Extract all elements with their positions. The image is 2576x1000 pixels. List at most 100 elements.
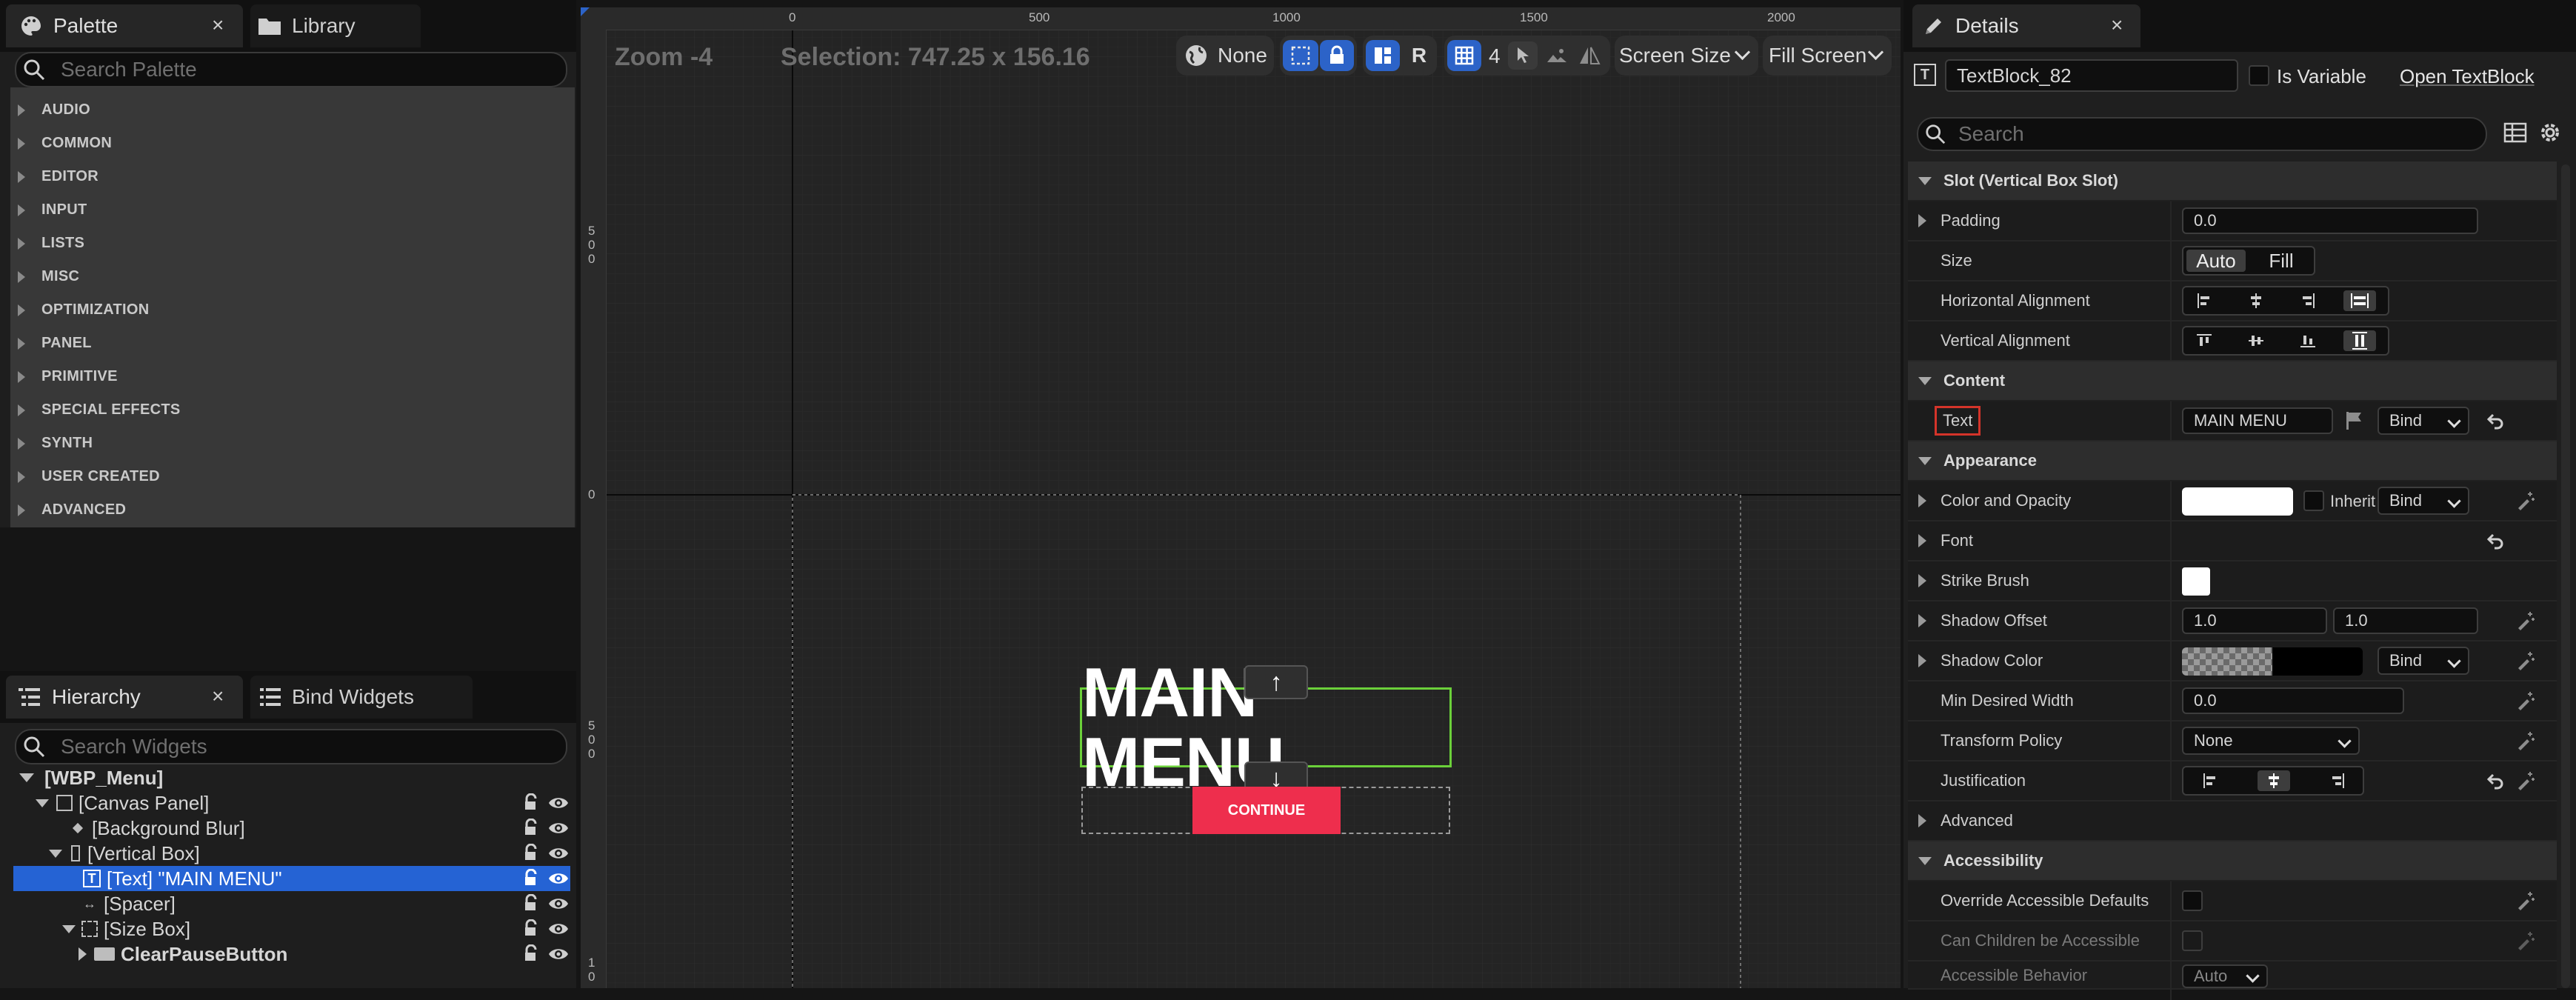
min-width-field[interactable]: 0.0 [2182,687,2404,714]
close-icon[interactable]: × [2111,13,2123,37]
tree-row-root[interactable]: [WBP_Menu] [13,765,570,790]
justify-center-icon[interactable] [2258,770,2290,791]
shadow-bind-dropdown[interactable]: Bind [2378,647,2469,675]
shadow-offset-x-field[interactable]: 1.0 [2182,607,2327,634]
open-textblock-link[interactable]: Open TextBlock [2400,65,2535,88]
expand-icon[interactable] [1918,574,1926,587]
localization-preview[interactable]: None [1176,36,1274,76]
eye-icon[interactable] [548,919,569,939]
inherit-checkbox[interactable] [2303,490,2324,511]
palette-category[interactable]: EDITOR [0,160,576,193]
gear-icon[interactable] [2537,120,2563,145]
text-bind-dropdown[interactable]: Bind [2378,407,2469,435]
override-checkbox[interactable] [2182,890,2203,911]
section-accessibility[interactable]: Accessibility [1908,841,2557,880]
expand-icon[interactable] [1918,534,1926,547]
lock-icon[interactable] [521,869,541,888]
is-variable-checkbox[interactable] [2249,65,2269,86]
align-bottom-icon[interactable] [2292,330,2324,351]
expand-icon[interactable] [1918,614,1926,627]
reset-arrow-icon[interactable] [2486,770,2506,791]
wand-icon[interactable] [2515,690,2536,711]
align-right-icon[interactable] [2292,290,2324,311]
wand-icon[interactable] [2515,890,2536,911]
align-vfill-icon[interactable] [2343,330,2376,351]
expand-icon[interactable] [1918,654,1926,667]
eye-icon[interactable] [548,819,569,838]
lock-icon[interactable] [521,919,541,939]
lock-icon[interactable] [521,844,541,863]
wand-icon[interactable] [2515,610,2536,631]
r-toggle-button[interactable]: R [1406,41,1432,70]
align-top-icon[interactable] [2188,330,2220,351]
align-center-icon[interactable] [2240,290,2272,311]
widget-name-field[interactable]: TextBlock_82 [1945,59,2238,92]
color-swatch-white[interactable] [2182,487,2293,516]
align-fill-icon[interactable] [2343,290,2376,311]
screen-size-dropdown[interactable]: Screen Size [1615,36,1758,76]
palette-search[interactable] [15,52,567,87]
details-search[interactable] [1917,117,2487,151]
cursor-icon[interactable] [1508,41,1538,70]
hierarchy-search[interactable] [15,729,567,764]
tree-row-canvas-panel[interactable]: [Canvas Panel] [13,790,570,816]
section-appearance[interactable]: Appearance [1908,441,2557,480]
tree-row-spacer[interactable]: ↔ [Spacer] [13,891,570,916]
grid-snap-value[interactable]: 4 [1489,44,1501,68]
section-content[interactable]: Content [1908,361,2557,400]
details-search-input[interactable] [1957,121,2414,147]
palette-category[interactable]: SYNTH [0,427,576,460]
expand-arrow-icon[interactable] [62,924,76,933]
tab-hierarchy[interactable]: Hierarchy × [6,676,243,719]
designer-canvas[interactable] [581,7,1901,988]
eye-icon[interactable] [548,844,569,863]
expand-arrow-icon[interactable] [36,799,49,807]
tab-bind-widgets[interactable]: Bind Widgets [250,676,473,719]
palette-category[interactable]: LISTS [0,227,576,260]
palette-category[interactable]: PANEL [0,327,576,360]
tree-row-background-blur[interactable]: [Background Blur] [13,816,570,841]
expand-arrow-icon[interactable] [19,773,34,782]
lock-toggle-icon[interactable] [1320,40,1354,71]
eye-icon[interactable] [548,944,569,964]
close-icon[interactable]: × [212,684,224,708]
shadow-color-swatch[interactable] [2182,647,2363,676]
palette-category[interactable]: SPECIAL EFFECTS [0,393,576,427]
palette-category[interactable]: AUDIO [0,93,576,127]
expand-arrow-icon[interactable] [49,849,62,858]
color-bind-dropdown[interactable]: Bind [2378,487,2469,515]
palette-category[interactable]: USER CREATED [0,460,576,493]
image-icon[interactable] [1542,41,1572,70]
expand-icon[interactable] [1918,214,1926,227]
reset-arrow-icon[interactable] [2486,410,2506,431]
align-middle-icon[interactable] [2240,330,2272,351]
close-icon[interactable]: × [212,13,224,37]
wand-icon[interactable] [2515,770,2536,791]
palette-category[interactable]: PRIMITIVE [0,360,576,393]
palette-category[interactable]: MISC [0,260,576,293]
tree-row-size-box[interactable]: [Size Box] [13,916,570,941]
flag-icon[interactable] [2343,410,2364,431]
tree-row-clear-pause-button[interactable]: ClearPauseButton [13,941,570,967]
transform-policy-dropdown[interactable]: None [2182,727,2360,755]
tab-details[interactable]: Details × [1912,4,2140,47]
outline-toggle-icon[interactable] [1283,40,1318,71]
behavior-dropdown[interactable]: Auto [2182,964,2268,988]
size-auto-button[interactable]: Auto [2186,250,2246,272]
lock-icon[interactable] [521,944,541,964]
reset-arrow-icon[interactable] [2486,530,2506,551]
justify-right-icon[interactable] [2321,770,2354,791]
padding-field[interactable]: 0.0 [2182,207,2478,234]
grid-snap-icon[interactable] [1447,40,1481,71]
expand-icon[interactable] [1918,494,1926,507]
lock-icon[interactable] [521,793,541,813]
size-fill-button[interactable]: Fill [2252,250,2311,272]
shadow-offset-y-field[interactable]: 1.0 [2333,607,2478,634]
text-value-field[interactable]: MAIN MENU [2182,407,2333,434]
main-menu-text-widget[interactable]: MAIN MENU [1080,658,1452,797]
tab-palette[interactable]: Palette × [6,4,243,47]
palette-search-input[interactable] [59,57,502,82]
eye-icon[interactable] [548,869,569,888]
expand-icon[interactable] [1918,814,1926,827]
tree-row-text-main-menu[interactable]: T [Text] "MAIN MENU" [13,866,570,891]
